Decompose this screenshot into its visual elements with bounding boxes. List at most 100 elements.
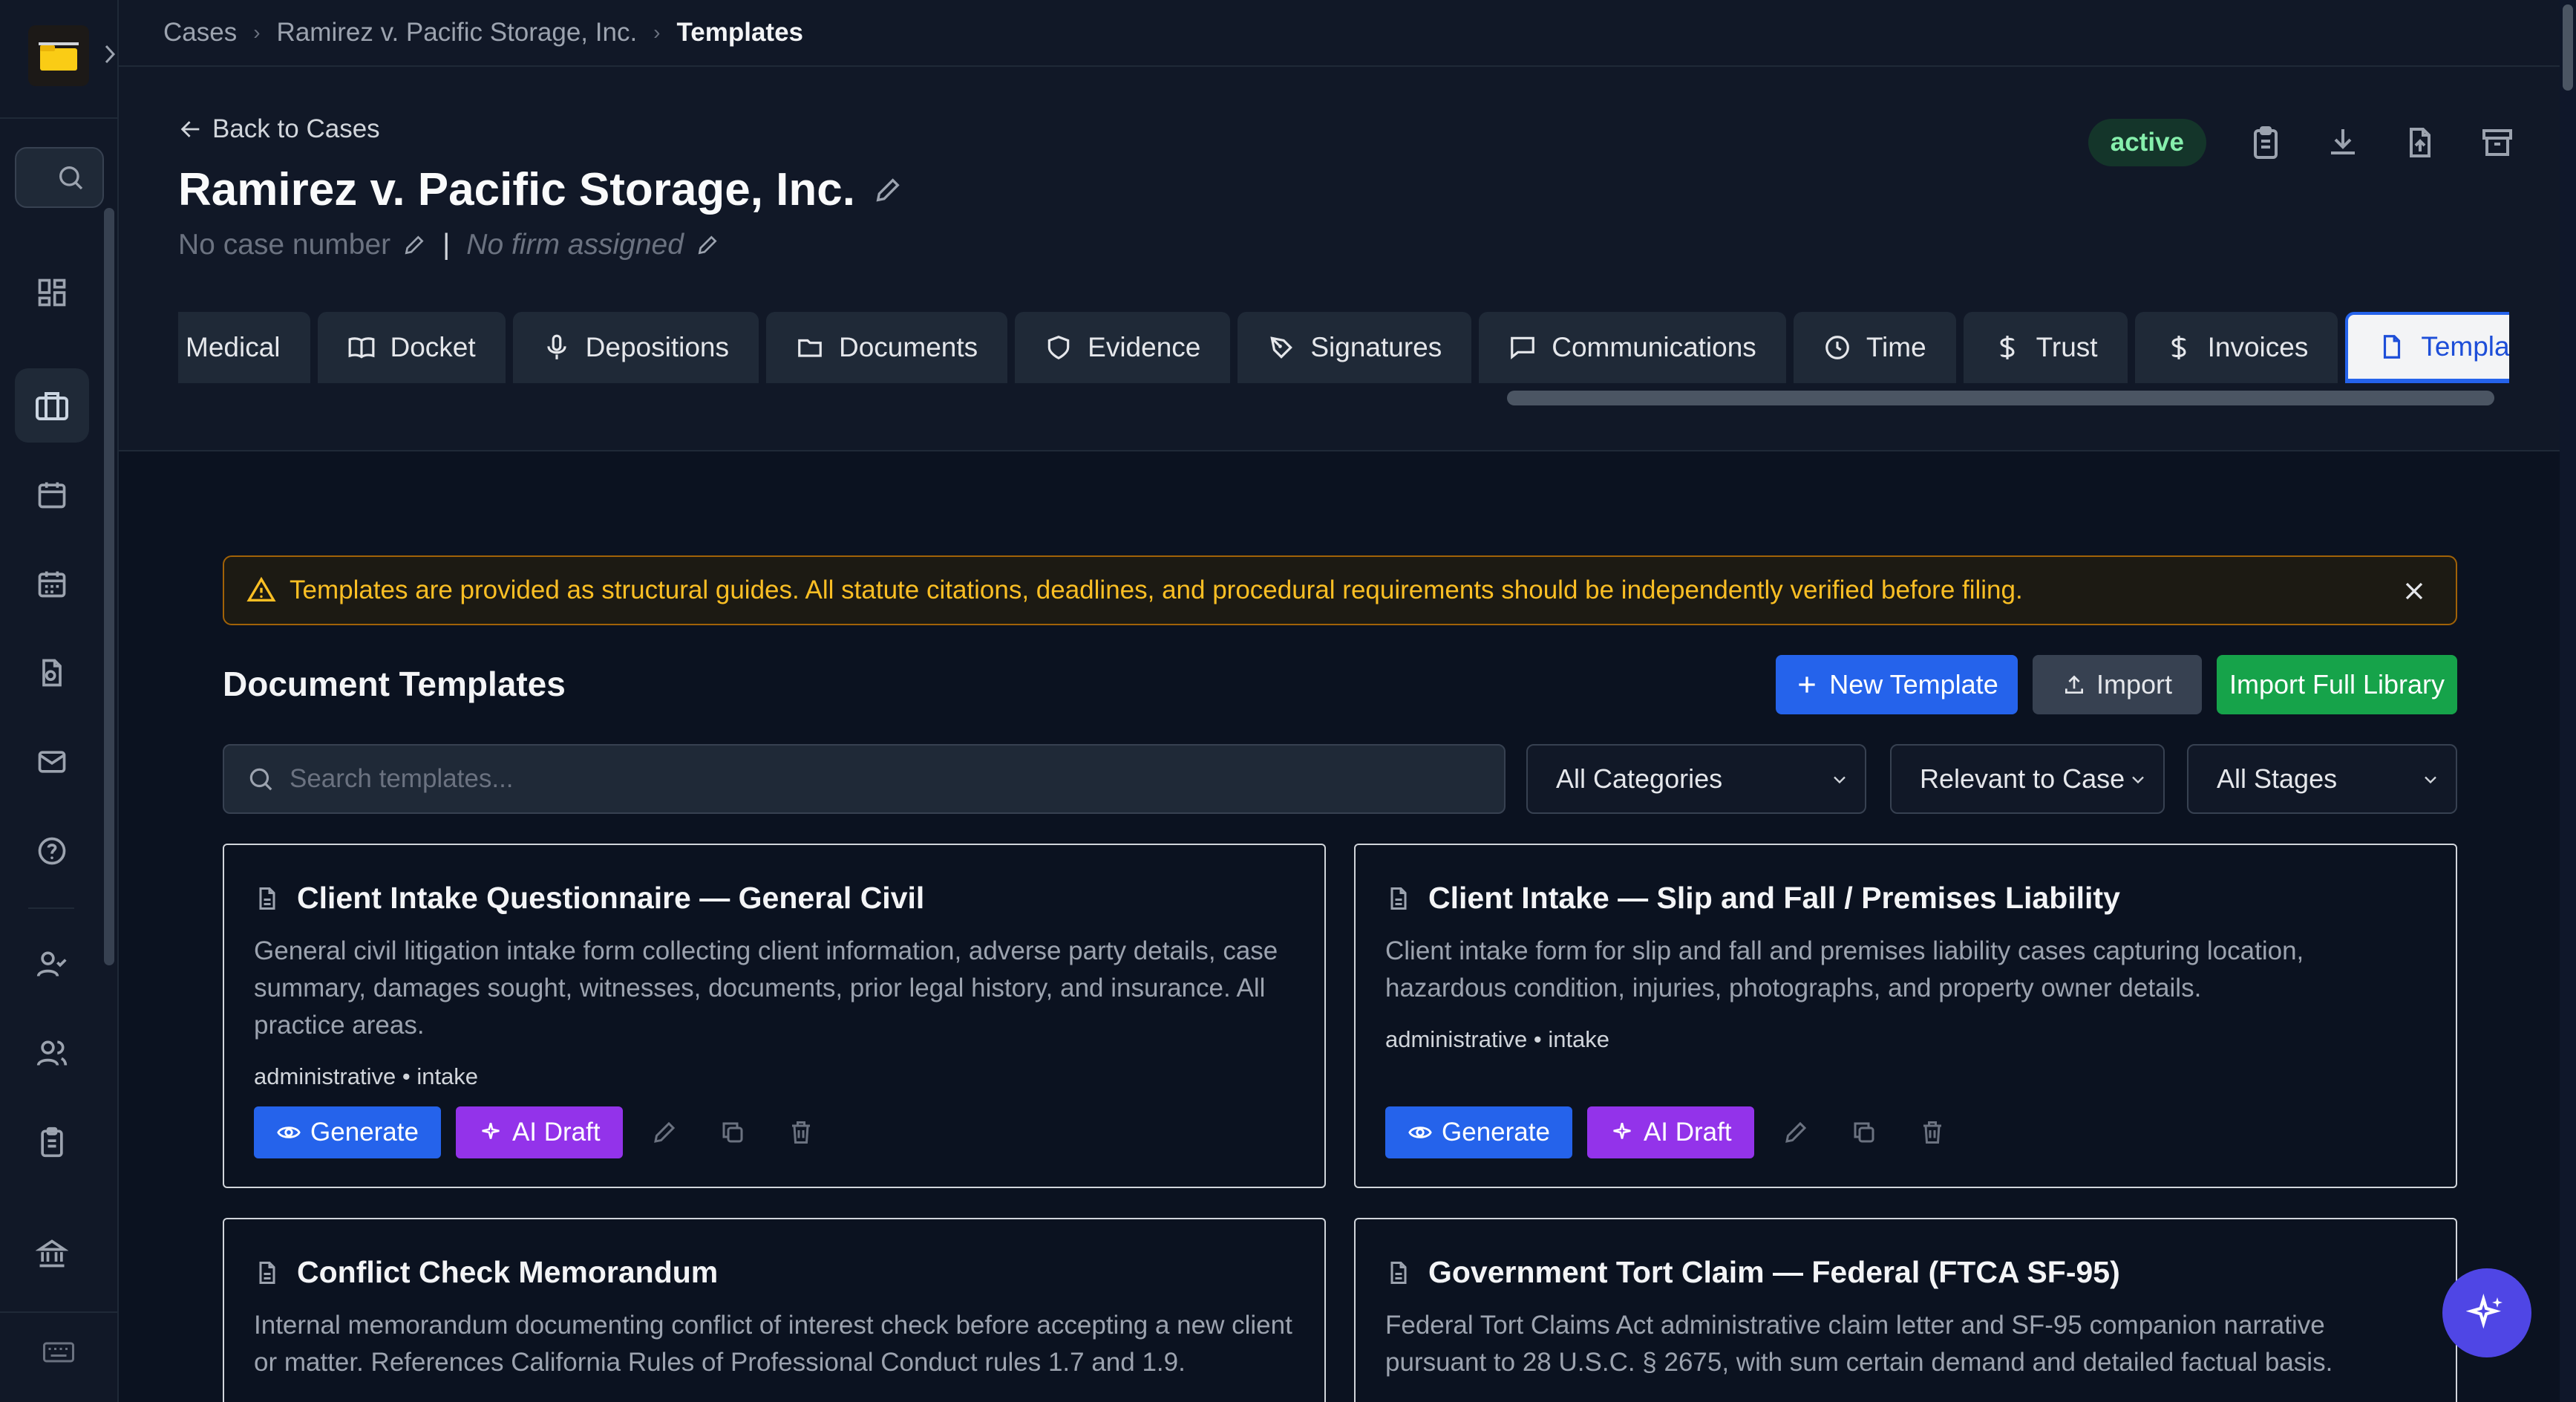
breadcrumb-current: Templates	[676, 18, 804, 47]
category-select[interactable]: All Categories	[1526, 744, 1866, 814]
dollar-icon	[2171, 336, 2186, 359]
sidebar-item-user-check[interactable]	[15, 927, 89, 1001]
card-actions: Generate AI Draft	[254, 1106, 828, 1158]
edit-icon[interactable]	[1769, 1106, 1823, 1158]
tab-time[interactable]: Time	[1793, 312, 1956, 383]
search-icon	[59, 166, 83, 190]
sidebar-search-button[interactable]	[15, 147, 104, 208]
trash-icon[interactable]	[1906, 1106, 1959, 1158]
breadcrumb-case[interactable]: Ramirez v. Pacific Storage, Inc.	[277, 18, 638, 48]
tab-communications[interactable]: Communications	[1479, 312, 1786, 383]
ai-draft-label: AI Draft	[1643, 1118, 1732, 1147]
clipboard-list-icon[interactable]	[2248, 125, 2284, 160]
tab-documents[interactable]: Documents	[766, 312, 1008, 383]
sidebar-item-mail[interactable]	[15, 725, 89, 799]
import-button[interactable]: Import	[2033, 655, 2202, 714]
sidebar-divider	[28, 907, 74, 909]
chevron-right-icon[interactable]	[104, 43, 116, 65]
tab-templates[interactable]: Templates	[2345, 312, 2509, 383]
case-number: No case number	[178, 229, 391, 261]
tabs-scrollbar[interactable]	[1507, 391, 2494, 405]
arrow-left-icon	[180, 121, 200, 137]
copy-icon[interactable]	[1837, 1106, 1891, 1158]
import-full-library-button[interactable]: Import Full Library	[2217, 655, 2457, 714]
tab-trust[interactable]: Trust	[1963, 312, 2128, 383]
users-icon	[36, 1040, 68, 1066]
sparkles-icon	[1613, 1122, 1631, 1139]
sidebar-divider	[0, 117, 119, 119]
sidebar-scrollbar[interactable]	[104, 208, 114, 965]
page-scrollbar-thumb[interactable]	[2563, 4, 2573, 91]
archive-icon[interactable]	[2479, 125, 2515, 160]
tab-label: Docket	[390, 332, 476, 362]
clock-icon	[1825, 336, 1849, 359]
tab-label: Time	[1866, 332, 1926, 362]
page-title: Ramirez v. Pacific Storage, Inc.	[178, 163, 903, 216]
file-text-icon	[1390, 887, 1407, 910]
tab-signatures[interactable]: Signatures	[1238, 312, 1472, 383]
search-input[interactable]	[290, 764, 1477, 794]
copy-icon[interactable]	[706, 1106, 759, 1158]
template-card: Client Intake Questionnaire — General Ci…	[223, 844, 1326, 1188]
relevance-select[interactable]: Relevant to Case	[1890, 744, 2165, 814]
generate-button[interactable]: Generate	[254, 1106, 441, 1158]
new-template-button[interactable]: New Template	[1776, 655, 2018, 714]
trash-icon[interactable]	[774, 1106, 828, 1158]
edit-icon[interactable]	[638, 1106, 691, 1158]
chevron-down-icon	[2420, 769, 2441, 790]
page-scrollbar[interactable]	[2560, 0, 2576, 1402]
ai-assistant-button[interactable]	[2442, 1268, 2531, 1357]
tab-label: Templates	[2421, 331, 2509, 362]
pen-icon	[1270, 336, 1293, 359]
sidebar-item-court[interactable]	[15, 1216, 89, 1291]
chevron-right-icon: ›	[253, 21, 261, 44]
ai-draft-button[interactable]: AI Draft	[1586, 1106, 1754, 1158]
stage-select[interactable]: All Stages	[2187, 744, 2457, 814]
generate-label: Generate	[1442, 1118, 1550, 1147]
sidebar-item-clipboard[interactable]	[15, 1105, 89, 1179]
card-tags: administrative • intake	[254, 1063, 479, 1089]
edit-firm-icon[interactable]	[696, 233, 719, 257]
sidebar-item-documents[interactable]	[15, 636, 89, 710]
new-template-label: New Template	[1829, 669, 1998, 700]
section-title: Document Templates	[223, 665, 566, 703]
search-icon	[249, 768, 272, 791]
edit-title-icon[interactable]	[873, 175, 903, 205]
ai-draft-button[interactable]: AI Draft	[455, 1106, 623, 1158]
back-to-cases-link[interactable]: Back to Cases	[178, 114, 380, 144]
tab-invoices[interactable]: Invoices	[2134, 312, 2338, 383]
edit-case-number-icon[interactable]	[402, 233, 426, 257]
tab-label: Communications	[1552, 332, 1756, 362]
folder-logo-icon	[39, 42, 79, 71]
help-icon	[38, 837, 66, 865]
breadcrumb-cases[interactable]: Cases	[163, 18, 237, 48]
tab-medical[interactable]: Medical	[178, 312, 310, 383]
firm-name: No firm assigned	[466, 229, 684, 261]
tab-depositions[interactable]: Depositions	[512, 312, 759, 383]
download-icon[interactable]	[2325, 125, 2361, 160]
search-field[interactable]	[223, 744, 1506, 814]
app-logo[interactable]	[28, 25, 89, 86]
microphone-icon	[546, 334, 566, 359]
sidebar-item-help[interactable]	[15, 814, 89, 888]
card-title: Conflict Check Memorandum	[254, 1255, 718, 1290]
category-value: All Categories	[1556, 763, 1723, 794]
tab-evidence[interactable]: Evidence	[1015, 312, 1231, 383]
tab-label: Medical	[186, 332, 281, 362]
sidebar-item-schedule[interactable]	[15, 547, 89, 621]
sidebar-item-calendar[interactable]	[15, 457, 89, 532]
sidebar-item-dashboard[interactable]	[15, 255, 89, 330]
close-icon[interactable]	[2399, 576, 2429, 606]
breadcrumb: Cases › Ramirez v. Pacific Storage, Inc.…	[119, 0, 2576, 67]
sidebar-item-cases[interactable]	[15, 368, 89, 443]
template-card: Conflict Check Memorandum Internal memor…	[223, 1218, 1326, 1402]
notice-text: Templates are provided as structural gui…	[290, 576, 2023, 604]
generate-button[interactable]: Generate	[1385, 1106, 1572, 1158]
sidebar-item-contacts[interactable]	[15, 1016, 89, 1090]
card-title: Client Intake — Slip and Fall / Premises…	[1385, 881, 2120, 916]
dollar-icon	[2000, 336, 2015, 359]
tab-docket[interactable]: Docket	[317, 312, 506, 383]
file-upload-icon[interactable]	[2402, 125, 2438, 160]
chevron-down-icon	[2128, 769, 2148, 790]
keyboard-icon[interactable]	[43, 1341, 74, 1363]
